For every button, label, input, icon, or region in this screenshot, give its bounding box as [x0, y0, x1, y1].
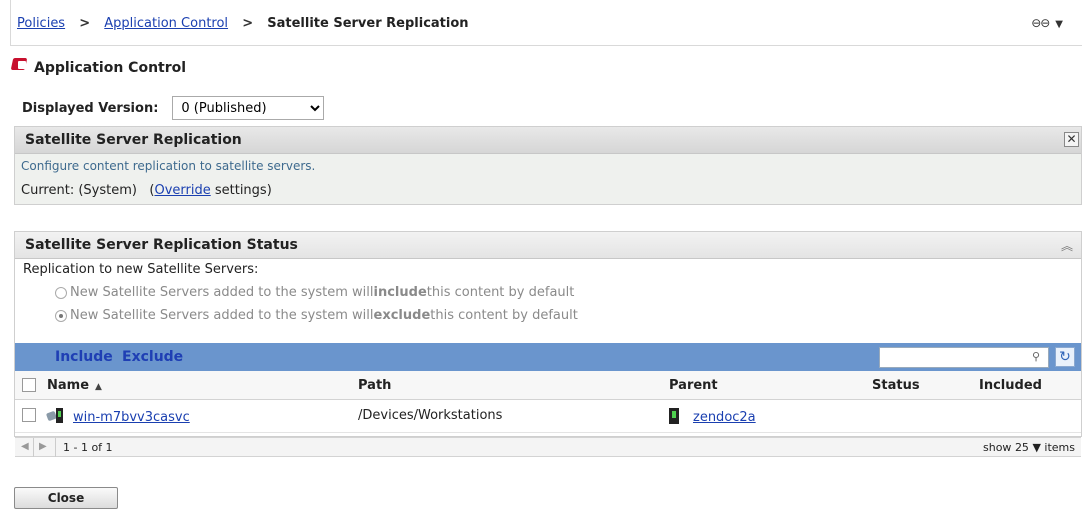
replication-panel-title: Satellite Server Replication — [25, 132, 242, 148]
workstation-icon — [45, 408, 67, 424]
column-header-parent: Parent — [669, 378, 718, 393]
exclude-button[interactable]: Exclude — [122, 349, 183, 365]
radio-include-default[interactable]: New Satellite Servers added to the syste… — [55, 285, 574, 300]
radio-label-bold: exclude — [373, 308, 431, 323]
collapse-icon[interactable]: ︽ — [1061, 237, 1073, 254]
radio-label-pre: New Satellite Servers added to the syste… — [70, 285, 374, 300]
page-size-select[interactable]: 25 ▼ — [1015, 441, 1041, 454]
page-size-control: show 25 ▼ items — [983, 441, 1075, 454]
table-header-row: Name ▲ Path Parent Status Included — [15, 371, 1081, 400]
row-path-cell: /Devices/Workstations — [358, 408, 503, 423]
close-icon[interactable]: ✕ — [1064, 132, 1079, 147]
page-title: Application Control — [34, 60, 187, 76]
breadcrumb-link-policies[interactable]: Policies — [17, 16, 65, 31]
column-header-included: Included — [979, 378, 1042, 393]
radio-label-pre: New Satellite Servers added to the syste… — [70, 308, 374, 323]
table-row: win-m7bvv3casvc /Devices/Workstations ze… — [15, 400, 1081, 433]
override-link[interactable]: Override — [154, 183, 210, 198]
table-toolbar: Include Exclude ⚲ ↻ — [15, 343, 1081, 371]
radio-label-post: this content by default — [426, 285, 575, 300]
replication-new-servers-label: Replication to new Satellite Servers: — [23, 262, 259, 277]
select-all-checkbox[interactable] — [22, 378, 36, 392]
displayed-version-label: Displayed Version: — [22, 100, 159, 116]
chevron-down-icon: ▼ — [1055, 19, 1063, 30]
row-checkbox[interactable] — [22, 408, 36, 422]
parent-link[interactable]: zendoc2a — [693, 410, 756, 425]
radio-exclude-default[interactable]: New Satellite Servers added to the syste… — [55, 308, 578, 323]
search-icon[interactable]: ⚲ — [1032, 350, 1040, 363]
row-name-cell: win-m7bvv3casvc — [45, 408, 190, 425]
table-pager: ◀ ▶ 1 - 1 of 1 show 25 ▼ items — [15, 437, 1081, 457]
current-label: Current: — [21, 183, 75, 198]
status-panel-header: Satellite Server Replication Status ︽ — [15, 232, 1081, 259]
sort-ascending-icon: ▲ — [95, 382, 102, 392]
device-link[interactable]: win-m7bvv3casvc — [73, 410, 190, 425]
radio-label-post: this content by default — [430, 308, 578, 323]
include-button[interactable]: Include — [55, 349, 113, 365]
next-page-icon[interactable]: ▶ — [39, 441, 47, 452]
breadcrumb-separator: > — [242, 16, 254, 31]
previous-page-icon[interactable]: ◀ — [21, 441, 29, 452]
breadcrumb: Policies > Application Control > Satelli… — [17, 16, 469, 31]
current-setting: Current: (System) (Override settings) — [21, 183, 272, 198]
column-header-name[interactable]: Name ▲ — [47, 378, 102, 393]
show-label: show — [983, 441, 1012, 454]
radio-button-selected[interactable] — [55, 309, 67, 322]
replication-status-panel: Satellite Server Replication Status ︽ Re… — [14, 231, 1082, 457]
servers-table: Name ▲ Path Parent Status Included win-m7… — [15, 371, 1081, 433]
page-range: 1 - 1 of 1 — [63, 441, 113, 454]
replication-panel-header: Satellite Server Replication ✕ — [15, 127, 1081, 154]
override-suffix: settings) — [214, 183, 272, 198]
refresh-icon[interactable]: ↻ — [1055, 347, 1075, 367]
version-row: Displayed Version: 0 (Published) — [22, 96, 325, 120]
column-header-path: Path — [358, 378, 392, 393]
breadcrumb-bar: Policies > Application Control > Satelli… — [10, 0, 1082, 46]
radio-label-bold: include — [373, 285, 427, 300]
link-menu-button[interactable]: ⊖⊖ ▼ — [1031, 16, 1063, 30]
column-header-status: Status — [872, 378, 920, 393]
breadcrumb-separator: > — [79, 16, 91, 31]
replication-description: Configure content replication to satelli… — [21, 159, 316, 173]
breadcrumb-link-application-control[interactable]: Application Control — [104, 16, 228, 31]
server-icon — [669, 408, 679, 424]
link-icon: ⊖⊖ — [1031, 16, 1050, 30]
status-panel-title: Satellite Server Replication Status — [25, 237, 298, 253]
chevron-down-icon: ▼ — [1032, 441, 1041, 454]
policy-header: Application Control — [10, 58, 187, 76]
search-input[interactable]: ⚲ — [879, 347, 1049, 368]
application-control-icon — [10, 56, 30, 72]
items-label: items — [1044, 441, 1075, 454]
displayed-version-select[interactable]: 0 (Published) — [172, 96, 325, 120]
radio-button[interactable] — [55, 286, 67, 299]
row-parent-cell: zendoc2a — [669, 408, 756, 425]
current-value: (System) — [78, 183, 137, 198]
replication-panel: Satellite Server Replication ✕ Configure… — [14, 126, 1082, 205]
breadcrumb-current: Satellite Server Replication — [267, 16, 469, 31]
